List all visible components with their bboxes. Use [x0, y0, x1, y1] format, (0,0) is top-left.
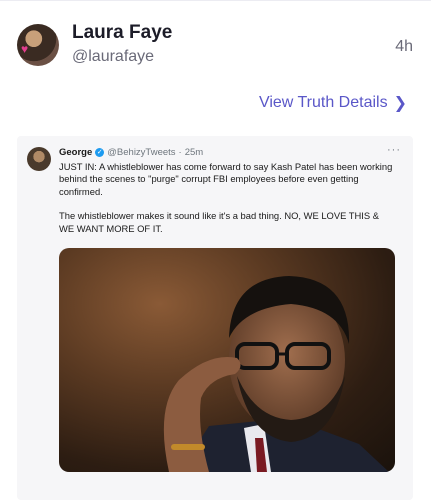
embedded-separator: ·	[178, 147, 182, 158]
more-options-icon: ···	[387, 144, 401, 156]
embedded-avatar	[27, 147, 51, 171]
chevron-right-icon: ❯	[393, 95, 407, 112]
heart-sticker-icon: ♥	[21, 42, 29, 56]
embedded-photo	[59, 248, 395, 472]
embedded-name: George	[59, 147, 93, 158]
embedded-tweet-image[interactable]: George ✓ @BehizyTweets · 25m ··· JUST IN…	[17, 136, 413, 500]
user-handle[interactable]: @laurafaye	[72, 48, 154, 66]
embedded-tweet-text: JUST IN: A whistleblower has come forwar…	[59, 161, 395, 247]
top-divider	[0, 0, 431, 1]
embedded-handle: @BehizyTweets	[107, 147, 176, 158]
embedded-paragraph: The whistleblower makes it sound like it…	[59, 210, 379, 234]
view-truth-details-label: View Truth Details	[258, 94, 388, 111]
display-name[interactable]: Laura Faye	[72, 22, 172, 44]
embedded-paragraph: JUST IN: A whistleblower has come forwar…	[59, 161, 393, 197]
post-timestamp: 4h	[395, 38, 413, 55]
view-truth-details-link[interactable]: View Truth Details ❯	[259, 93, 407, 113]
verified-badge-icon: ✓	[95, 148, 105, 157]
avatar[interactable]: ♥	[17, 24, 59, 66]
portrait-illustration	[163, 276, 389, 472]
embedded-tweet-header: George ✓ @BehizyTweets · 25m	[59, 147, 203, 158]
embedded-time: 25m	[184, 147, 204, 158]
